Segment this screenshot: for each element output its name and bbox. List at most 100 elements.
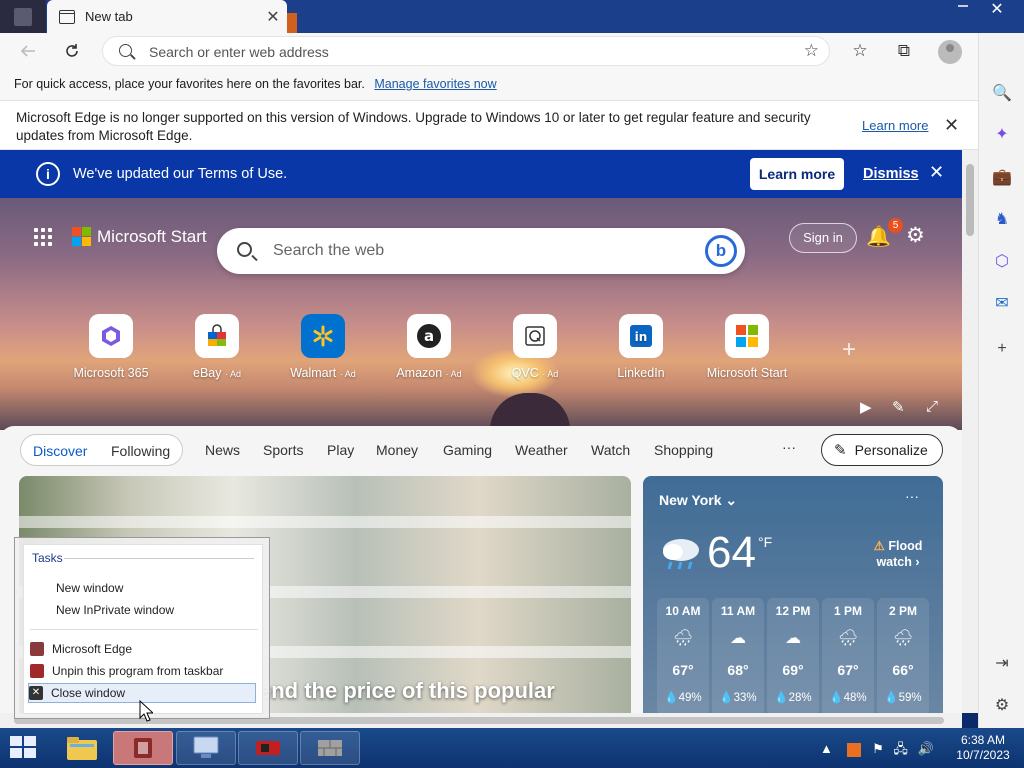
taskbar-clock[interactable]: 6:38 AM 10/7/2023 [950, 733, 1016, 763]
sign-in-button[interactable]: Sign in [789, 223, 857, 253]
tab-thumbnail [287, 13, 297, 33]
tile-microsoft-start[interactable]: Microsoft Start [697, 314, 797, 380]
nav-weather[interactable]: Weather [515, 442, 568, 458]
tab-new-tab[interactable]: New tab ✕ [47, 0, 287, 33]
add-shortcut-button[interactable]: + [842, 336, 856, 364]
add-favorite-icon[interactable]: ☆ [804, 41, 819, 61]
cloud-icon: ☁ [785, 630, 801, 647]
favorites-button[interactable]: ☆ [846, 37, 874, 65]
sidebar-outlook-button[interactable]: ✉ [979, 289, 1024, 317]
sidebar-settings-button[interactable]: ⚙ [979, 691, 1024, 719]
search-icon: 🔍 [992, 85, 1012, 102]
sidebar-copilot-button[interactable]: ✦ [979, 120, 1024, 148]
tile-linkedin[interactable]: in LinkedIn [591, 314, 691, 380]
nav-play[interactable]: Play [327, 442, 354, 458]
sidebar-hide-button[interactable]: ⇥ [979, 649, 1024, 677]
edge-app-icon [134, 738, 152, 758]
office-icon: ⬡ [995, 253, 1009, 270]
nav-shopping[interactable]: Shopping [654, 442, 713, 458]
weather-card[interactable]: New York ⌄ ··· 64 °F ⚠ Flood watch › 10 … [643, 476, 943, 713]
taskbar-computer[interactable] [176, 731, 236, 765]
start-button[interactable] [10, 736, 38, 760]
temperature-unit[interactable]: °F [758, 534, 772, 550]
title-bar: New tab ✕ ✕ [0, 0, 1024, 33]
notifications-bell-icon[interactable]: 🔔 [866, 224, 891, 249]
vertical-scrollbar[interactable] [962, 150, 978, 713]
tile-walmart[interactable]: Walmart · Ad [273, 314, 373, 380]
network-icon[interactable]: 🖧 [893, 741, 908, 756]
pier-silhouette [490, 393, 570, 430]
current-temperature: 64 [707, 528, 756, 577]
rain-cloud-icon: 🌧 [672, 630, 694, 647]
nav-watch[interactable]: Watch [591, 442, 630, 458]
back-button[interactable] [14, 37, 42, 65]
nav-gaming[interactable]: Gaming [443, 442, 492, 458]
sidebar-shopping-button[interactable]: 💼 [979, 163, 1024, 191]
sidebar-office-button[interactable]: ⬡ [979, 247, 1024, 275]
weather-more-button[interactable]: ··· [905, 488, 919, 504]
expand-icon[interactable]: ⤢ [926, 398, 938, 415]
nav-more-button[interactable]: ··· [782, 439, 796, 455]
taskbar-microsoft-edge[interactable] [113, 731, 173, 765]
microsoft-start-brand[interactable]: Microsoft Start [97, 227, 207, 247]
cloud-icon: ☁ [730, 630, 746, 647]
address-placeholder: Search or enter web address [149, 44, 329, 60]
play-icon[interactable]: ▶ [860, 398, 872, 416]
web-search-box[interactable]: Search the web b [217, 228, 745, 274]
scroll-thumb[interactable] [966, 164, 974, 236]
profile-avatar[interactable] [938, 40, 962, 64]
nav-sports[interactable]: Sports [263, 442, 303, 458]
tray-app-icon[interactable] [846, 742, 861, 757]
tile-label: Microsoft Start [706, 366, 788, 380]
sidebar-games-button[interactable]: ♞ [979, 205, 1024, 233]
tray-overflow-icon[interactable]: ▲ [820, 741, 833, 756]
divider [64, 558, 254, 559]
refresh-button[interactable] [58, 37, 86, 65]
action-center-flag-icon[interactable]: ⚑ [872, 741, 884, 756]
address-bar[interactable]: Search or enter web address ☆ [102, 36, 830, 66]
edit-background-icon[interactable]: ✎ [892, 398, 905, 416]
personalize-label: Personalize [854, 442, 928, 458]
taskbar-app-gray[interactable] [300, 731, 360, 765]
infobar-learn-more-link[interactable]: Learn more [862, 118, 928, 133]
jump-list-panel: Tasks New window New InPrivate window Mi… [23, 544, 263, 714]
personalize-button[interactable]: ✎ Personalize [821, 434, 943, 466]
tile-microsoft-365[interactable]: Microsoft 365 [61, 314, 161, 380]
tile-ebay[interactable]: eBay · Ad [167, 314, 267, 380]
nav-money[interactable]: Money [376, 442, 418, 458]
terms-learn-more-button[interactable]: Learn more [750, 158, 844, 190]
terms-close-button[interactable]: ✕ [929, 162, 944, 183]
jump-microsoft-edge[interactable]: Microsoft Edge [30, 639, 132, 659]
jump-new-inprivate-window[interactable]: New InPrivate window [56, 603, 174, 617]
tab-discover[interactable]: Discover [33, 443, 87, 459]
infobar-close-button[interactable]: ✕ [944, 115, 959, 136]
manage-favorites-link[interactable]: Manage favorites now [374, 77, 496, 91]
jump-unpin-program[interactable]: Unpin this program from taskbar [30, 661, 223, 681]
nav-news[interactable]: News [205, 442, 240, 458]
terms-dismiss-link[interactable]: Dismiss [863, 166, 919, 182]
weather-city[interactable]: New York ⌄ [659, 492, 737, 509]
volume-icon[interactable]: 🔊 [918, 741, 934, 756]
page-settings-gear-icon[interactable]: ⚙ [906, 223, 925, 248]
tile-label: Walmart [290, 366, 337, 380]
walmart-spark-icon [301, 314, 345, 358]
taskbar-file-explorer[interactable] [52, 731, 112, 765]
back-arrow-icon [20, 45, 35, 57]
jump-new-window[interactable]: New window [56, 581, 123, 595]
bing-chat-icon[interactable]: b [705, 235, 737, 267]
tile-qvc[interactable]: QVC · Ad [485, 314, 585, 380]
taskbar-app-red[interactable] [238, 731, 298, 765]
tab-following[interactable]: Following [111, 443, 170, 459]
tab-close-button[interactable]: ✕ [259, 7, 287, 27]
collections-button[interactable]: ⧉ [890, 37, 918, 65]
tile-amazon[interactable]: a Amazon · Ad [379, 314, 479, 380]
feed-tab-group: Discover Following [20, 434, 183, 466]
edge-app-icon [30, 642, 44, 656]
sidebar-search-button[interactable]: 🔍 [979, 79, 1024, 107]
flood-watch-alert[interactable]: ⚠ Flood watch › [863, 538, 933, 570]
search-icon [237, 242, 252, 257]
window-close-button[interactable]: ✕ [970, 0, 1024, 20]
app-launcher-icon[interactable] [34, 228, 52, 246]
sidebar-add-button[interactable]: + [979, 335, 1024, 363]
window-app-icon[interactable] [0, 0, 46, 33]
